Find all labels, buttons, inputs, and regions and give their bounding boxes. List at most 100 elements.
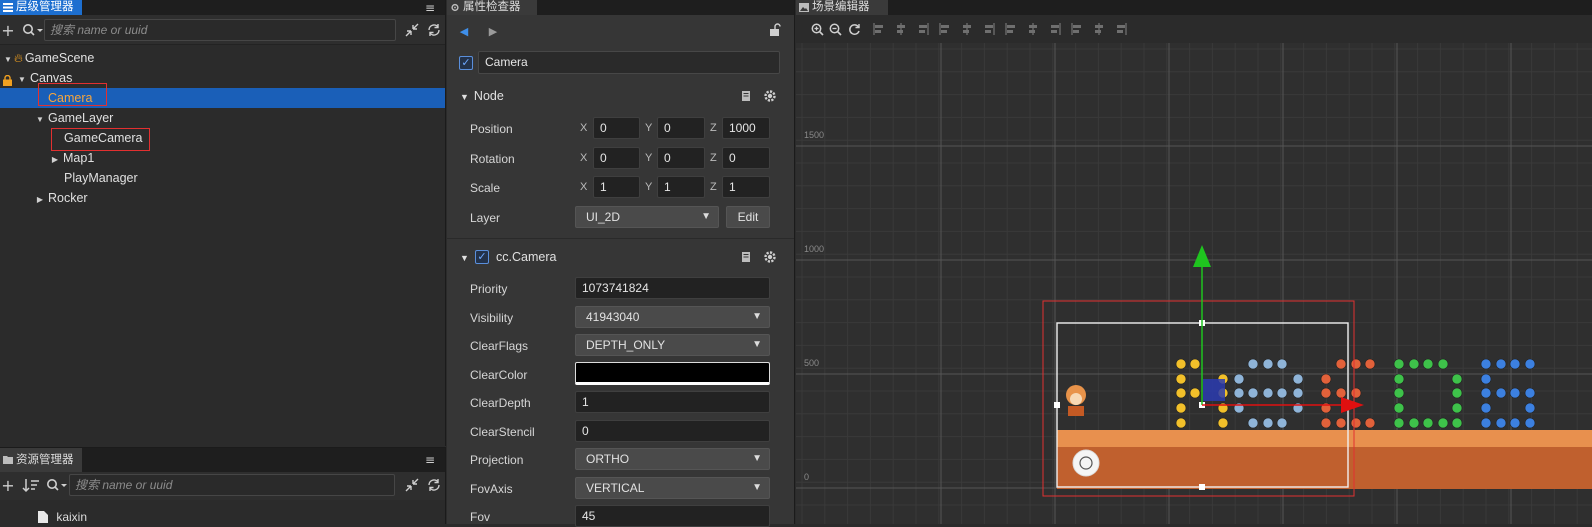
coin-green <box>1437 417 1449 429</box>
layers-icon <box>3 3 13 12</box>
clearcolor-swatch[interactable] <box>575 362 770 385</box>
scene-viewport[interactable]: 1500 1000 500 0 <box>796 43 1592 524</box>
asset-item-partial[interactable]: kaixin <box>38 510 87 524</box>
align-right-icon[interactable] <box>916 22 930 36</box>
tab-inspector[interactable]: 属性检查器 <box>447 0 537 15</box>
align-top-icon[interactable] <box>938 22 952 36</box>
add-icon[interactable]: + <box>1 21 15 40</box>
expand-arrow-icon[interactable]: ▼ <box>2 50 14 70</box>
refresh-icon[interactable] <box>426 22 442 38</box>
tab-hierarchy[interactable]: 层级管理器 <box>0 0 82 15</box>
expand-arrow-icon[interactable]: ▶ <box>49 150 61 170</box>
expand-arrow-icon[interactable]: ▼ <box>34 110 46 130</box>
projection-select-value: ORTHO <box>586 452 630 466</box>
hierarchy-search-input[interactable]: 搜索 name or uuid <box>44 19 396 41</box>
coin-green <box>1393 402 1405 414</box>
position-x-input[interactable]: 0 <box>593 117 640 139</box>
distribute-bottom-icon[interactable] <box>1048 22 1062 36</box>
tree-node-label: PlayManager <box>64 171 138 185</box>
forward-arrow-icon[interactable]: ▶ <box>487 24 499 38</box>
assets-search-input[interactable]: 搜索 name or uuid <box>69 474 395 496</box>
rotation-x-input[interactable]: 0 <box>593 147 640 169</box>
priority-input[interactable]: 1073741824 <box>575 277 770 299</box>
rotation-z-input[interactable]: 0 <box>722 147 770 169</box>
assets-menu-icon[interactable]: ≡ <box>423 452 437 467</box>
collapse-all-icon[interactable] <box>404 477 420 493</box>
axis-z-label: Z <box>710 122 717 134</box>
coin-green <box>1393 387 1405 399</box>
coin-green <box>1393 358 1405 370</box>
distribute-left-icon[interactable] <box>1070 22 1084 36</box>
tree-node-gamelayer[interactable]: ▼ GameLayer <box>0 108 445 128</box>
layer-label: Layer <box>470 211 501 225</box>
coin-red <box>1364 358 1376 370</box>
layer-edit-button[interactable]: Edit <box>726 206 770 228</box>
dropdown-caret-icon: ▼ <box>752 482 762 493</box>
align-hcenter-icon[interactable] <box>894 22 908 36</box>
clearflags-select[interactable]: DEPTH_ONLY ▼ <box>575 334 770 356</box>
ground-top <box>1057 430 1592 447</box>
align-left-icon[interactable] <box>872 22 886 36</box>
settings-gear-icon[interactable] <box>763 250 777 264</box>
hierarchy-menu-icon[interactable]: ≡ <box>423 0 437 15</box>
clearstencil-input[interactable]: 0 <box>575 420 770 442</box>
book-icon[interactable] <box>740 90 752 102</box>
distribute-vcenter-icon[interactable] <box>1026 22 1040 36</box>
align-vcenter-icon[interactable] <box>960 22 974 36</box>
align-bottom-icon[interactable] <box>982 22 996 36</box>
hierarchy-panel: 层级管理器 ≡ + 搜索 name or uuid ▼ 🔥︎ GameScene ▼… <box>0 0 446 446</box>
camera-section-header[interactable]: ▼ <box>460 250 474 264</box>
unlock-icon[interactable] <box>769 23 783 37</box>
resize-handle <box>1199 484 1205 490</box>
coin-blue <box>1524 387 1536 399</box>
search-filter-icon[interactable] <box>46 477 68 493</box>
distribute-hcenter-icon[interactable] <box>1092 22 1106 36</box>
tab-assets[interactable]: 资源管理器 <box>0 448 82 472</box>
coin-red <box>1335 387 1347 399</box>
fovaxis-select[interactable]: VERTICAL ▼ <box>575 477 770 499</box>
back-arrow-icon[interactable]: ◀ <box>458 24 470 38</box>
position-y-input[interactable]: 0 <box>657 117 705 139</box>
coin-lightblue <box>1262 387 1274 399</box>
coin-red <box>1350 387 1362 399</box>
search-filter-icon[interactable] <box>22 22 44 38</box>
tree-node-rocker[interactable]: ▶ Rocker <box>0 188 445 208</box>
expand-arrow-icon[interactable]: ▶ <box>34 190 46 210</box>
lock-icon[interactable] <box>3 72 12 86</box>
camera-enabled-checkbox[interactable]: ✓ <box>475 250 489 264</box>
node-section-header[interactable]: ▼ Node <box>460 89 504 103</box>
rotation-y-input[interactable]: 0 <box>657 147 705 169</box>
node-name-input[interactable]: Camera <box>478 51 780 74</box>
scale-x-input[interactable]: 1 <box>593 176 640 198</box>
tree-node-playmanager[interactable]: PlayManager <box>0 168 445 188</box>
scale-z-input[interactable]: 1 <box>722 176 770 198</box>
position-z-input[interactable]: 1000 <box>722 117 770 139</box>
sort-icon[interactable] <box>22 477 40 493</box>
tree-node-map1[interactable]: ▶ Map1 <box>0 148 445 168</box>
scale-y-input[interactable]: 1 <box>657 176 705 198</box>
zoom-out-icon[interactable] <box>829 23 842 36</box>
zoom-in-icon[interactable] <box>811 23 824 36</box>
cleardepth-input[interactable]: 1 <box>575 391 770 413</box>
tree-node-gamescene[interactable]: ▼ 🔥︎ GameScene <box>0 48 445 68</box>
visibility-select[interactable]: 41943040 ▼ <box>575 306 770 328</box>
book-icon[interactable] <box>740 251 752 263</box>
scene-toolbar <box>796 15 1592 43</box>
tab-scene[interactable]: 场景编辑器 <box>796 0 888 15</box>
collapse-arrow-icon[interactable]: ▼ <box>460 92 469 102</box>
layer-select[interactable]: UI_2D ▼ <box>575 206 719 228</box>
add-icon[interactable]: + <box>1 476 15 495</box>
distribute-top-icon[interactable] <box>1004 22 1018 36</box>
node-active-checkbox[interactable]: ✓ <box>459 56 473 70</box>
settings-gear-icon[interactable] <box>763 89 777 103</box>
annotation-box <box>51 128 150 151</box>
projection-select[interactable]: ORTHO ▼ <box>575 448 770 470</box>
distribute-right-icon[interactable] <box>1114 22 1128 36</box>
axis-x-label: X <box>580 181 588 193</box>
dropdown-caret-icon: ▼ <box>752 339 762 350</box>
collapse-all-icon[interactable] <box>404 22 420 38</box>
refresh-icon[interactable] <box>426 477 442 493</box>
expand-arrow-icon[interactable]: ▼ <box>16 70 28 90</box>
reset-view-icon[interactable] <box>848 23 861 36</box>
collapse-arrow-icon[interactable]: ▼ <box>460 253 469 263</box>
